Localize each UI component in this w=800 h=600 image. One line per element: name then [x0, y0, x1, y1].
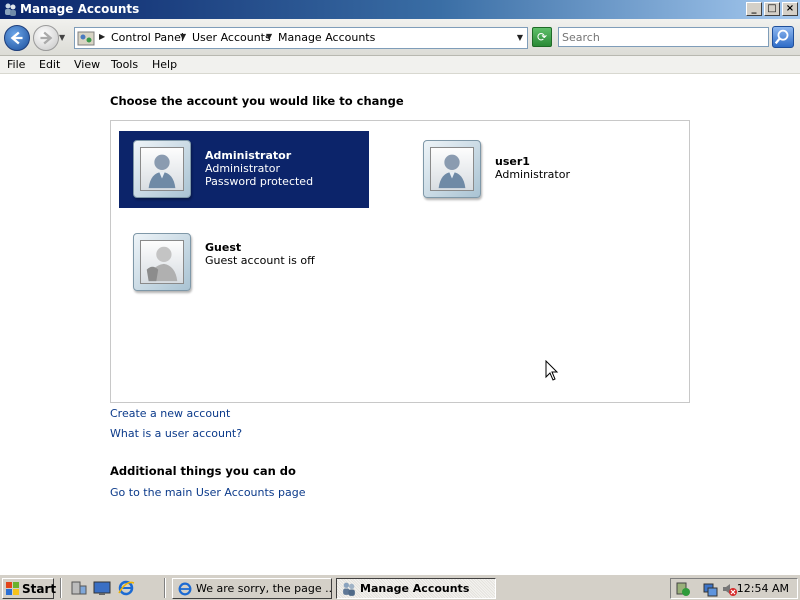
control-panel-icon: [77, 31, 95, 46]
users-icon: [343, 582, 355, 596]
menu-file[interactable]: File: [7, 58, 25, 71]
menu-help[interactable]: Help: [152, 58, 177, 71]
title-bar[interactable]: Manage Accounts _ □ ×: [0, 0, 800, 19]
account-status: Guest account is off: [205, 254, 315, 267]
taskbar-button-label: We are sorry, the page ...: [196, 582, 332, 595]
what-is-user-account-link[interactable]: What is a user account?: [110, 427, 242, 440]
menu-view[interactable]: View: [74, 58, 100, 71]
additional-heading: Additional things you can do: [110, 464, 296, 478]
search-button[interactable]: [772, 26, 794, 48]
start-label: Start: [22, 582, 57, 596]
taskbar-button-manage-accounts[interactable]: Manage Accounts: [336, 578, 496, 599]
account-type: Administrator: [495, 168, 570, 181]
account-name: user1: [495, 155, 530, 168]
breadcrumb-manage-accounts[interactable]: Manage Accounts: [278, 31, 375, 44]
breadcrumb-arrow-icon[interactable]: ▼: [266, 32, 272, 41]
minimize-button[interactable]: _: [746, 2, 762, 16]
account-tile-user1[interactable]: user1 Administrator: [409, 131, 659, 208]
taskbar: Start We are sorry, the page ... Manage …: [0, 574, 800, 600]
create-account-link[interactable]: Create a new account: [110, 407, 230, 420]
taskbar-button-browser[interactable]: We are sorry, the page ...: [172, 578, 332, 599]
refresh-icon: ⟳: [536, 30, 548, 44]
system-tray: 12:54 AM: [670, 578, 798, 599]
account-tile-administrator[interactable]: Administrator Administrator Password pro…: [119, 131, 369, 208]
address-field[interactable]: ▶ Control Panel ▼ User Accounts ▼ Manage…: [74, 27, 528, 49]
breadcrumb-user-accounts[interactable]: User Accounts: [192, 31, 271, 44]
refresh-button[interactable]: ⟳: [532, 27, 552, 47]
back-button[interactable]: [4, 25, 30, 51]
search-input[interactable]: [558, 27, 769, 47]
account-avatar: [133, 140, 191, 198]
server-manager-icon[interactable]: [70, 580, 88, 596]
menu-tools[interactable]: Tools: [111, 58, 138, 71]
taskbar-separator: [164, 578, 166, 598]
internet-explorer-icon[interactable]: [117, 580, 135, 596]
breadcrumb-arrow-icon[interactable]: ▶: [99, 32, 105, 41]
mouse-cursor-icon: [545, 360, 559, 381]
account-avatar: [423, 140, 481, 198]
back-arrow-icon: [10, 31, 23, 45]
users-icon: [5, 3, 16, 16]
account-name: Guest: [205, 241, 242, 254]
page-heading: Choose the account you would like to cha…: [110, 94, 404, 108]
account-status: Password protected: [205, 175, 314, 188]
menu-edit[interactable]: Edit: [39, 58, 60, 71]
window-title: Manage Accounts: [20, 2, 140, 16]
security-shield-icon[interactable]: [675, 581, 691, 597]
account-avatar: [133, 233, 191, 291]
address-dropdown-icon[interactable]: ▼: [517, 33, 523, 42]
guest-avatar-icon: [146, 246, 178, 282]
taskbar-separator: [60, 578, 62, 598]
user-avatar-icon: [148, 154, 176, 189]
navigation-bar: ▼ ▶ Control Panel ▼ User Accounts ▼ Mana…: [0, 19, 800, 56]
search-icon: [774, 29, 789, 45]
start-button[interactable]: Start: [2, 578, 57, 599]
recent-pages-dropdown-icon[interactable]: ▼: [59, 33, 68, 42]
breadcrumb-arrow-icon[interactable]: ▼: [180, 32, 186, 41]
volume-muted-icon[interactable]: [721, 581, 737, 597]
main-user-accounts-link[interactable]: Go to the main User Accounts page: [110, 486, 306, 499]
taskbar-button-label: Manage Accounts: [360, 582, 470, 595]
close-button[interactable]: ×: [782, 2, 798, 16]
breadcrumb-control-panel[interactable]: Control Panel: [111, 31, 184, 44]
account-name: Administrator: [205, 149, 292, 162]
internet-explorer-icon: [178, 582, 192, 596]
menu-bar: File Edit View Tools Help: [0, 56, 800, 74]
forward-button[interactable]: [33, 25, 59, 51]
account-tile-guest[interactable]: Guest Guest account is off: [119, 224, 369, 301]
forward-arrow-icon: [40, 31, 53, 45]
maximize-button[interactable]: □: [764, 2, 780, 16]
windows-flag-icon: [6, 582, 19, 595]
accounts-panel: Administrator Administrator Password pro…: [110, 120, 690, 403]
show-desktop-icon[interactable]: [93, 580, 111, 596]
user-avatar-icon: [438, 154, 466, 189]
account-type: Administrator: [205, 162, 280, 175]
network-icon[interactable]: [703, 581, 719, 597]
clock[interactable]: 12:54 AM: [737, 582, 789, 595]
